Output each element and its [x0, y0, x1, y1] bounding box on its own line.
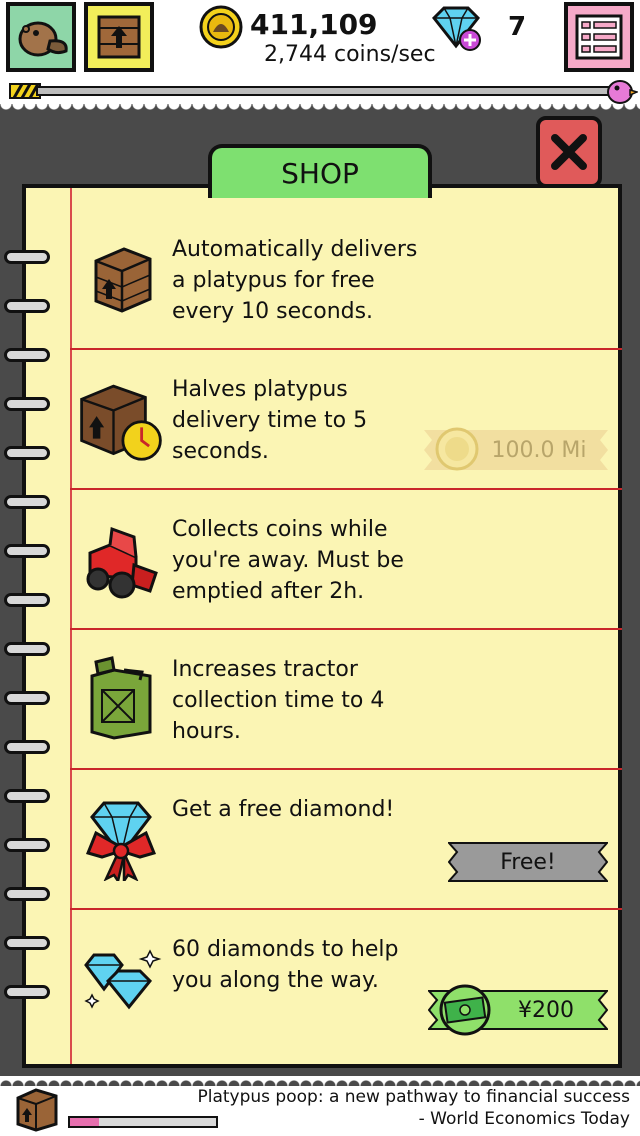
coins-per-second: 2,744 coins/sec	[264, 42, 436, 67]
diamonds-icon	[76, 930, 166, 1026]
board-scallop	[0, 104, 640, 116]
notebook-ring	[4, 446, 50, 460]
bird-icon	[607, 80, 638, 104]
level-progress	[0, 76, 640, 106]
item-description: Halves platypus delivery time to 5 secon…	[172, 377, 368, 464]
notebook-ring	[4, 691, 50, 705]
jerrycan-icon	[76, 650, 166, 746]
item-description: Automatically delivers a platypus for fr…	[172, 237, 418, 324]
shop-item-free-diamond[interactable]: Get a free diamond! Free!	[70, 770, 622, 910]
shop-item-auto-delivery[interactable]: Automatically delivers a platypus for fr…	[70, 210, 622, 350]
crate-clock-icon	[76, 370, 166, 466]
shop-item-halve-delivery[interactable]: Halves platypus delivery time to 5 secon…	[70, 350, 622, 490]
notebook-ring	[4, 495, 50, 509]
menu-button[interactable]	[564, 2, 634, 72]
notebook-ring	[4, 299, 50, 313]
notebook-ring	[4, 740, 50, 754]
item-description: Collects coins while you're away. Must b…	[172, 517, 404, 604]
diamond-count: 7	[508, 12, 527, 42]
close-icon	[551, 134, 587, 170]
footer-scallop	[0, 1076, 640, 1086]
price-tag-locked[interactable]: 100.0 Mi	[424, 427, 608, 471]
notebook-ring	[4, 544, 50, 558]
notebook-ring	[4, 789, 50, 803]
notebook-ring	[4, 250, 50, 264]
crate-progress-fill	[70, 1118, 100, 1126]
notebook-ring	[4, 642, 50, 656]
item-description: Get a free diamond!	[172, 797, 395, 822]
close-button[interactable]	[536, 116, 602, 188]
price-label: 100.0 Mi	[491, 437, 587, 463]
coin-icon	[435, 427, 479, 471]
notebook-ring	[4, 593, 50, 607]
money-icon	[439, 984, 491, 1036]
free-button[interactable]: Free!	[448, 842, 608, 882]
news-ticker: Platypus poop: a new pathway to financia…	[110, 1086, 630, 1130]
buy-button[interactable]: ¥200	[428, 984, 608, 1036]
coin-icon	[199, 5, 243, 49]
notebook-ring	[4, 936, 50, 950]
list-icon	[575, 14, 623, 60]
quote-text: Platypus poop: a new pathway to financia…	[197, 1087, 630, 1107]
shop-title: SHOP	[281, 156, 359, 190]
quote-source: - World Economics Today	[418, 1109, 630, 1129]
level-progress-track	[36, 86, 610, 96]
price-label: Free!	[500, 849, 556, 875]
shop-title-tab: SHOP	[208, 144, 432, 198]
notebook-rings	[4, 244, 52, 1024]
notebook-ring	[4, 838, 50, 852]
gift-diamond-icon	[76, 790, 166, 886]
price-label: ¥200	[518, 997, 574, 1023]
top-bar: 411,109 2,744 coins/sec 7	[0, 0, 640, 78]
platypus-icon	[18, 21, 68, 57]
shop-item-tractor[interactable]: Collects coins while you're away. Must b…	[70, 490, 622, 630]
crate-button[interactable]	[84, 2, 154, 72]
add-diamond-icon[interactable]	[428, 4, 484, 52]
platypus-button[interactable]	[6, 2, 76, 72]
coins-total: 411,109	[250, 8, 378, 41]
notebook-ring	[4, 887, 50, 901]
crate-icon	[76, 230, 166, 326]
tractor-icon	[76, 510, 166, 606]
item-description: Increases tractor collection time to 4 h…	[172, 657, 385, 744]
item-description: 60 diamonds to help you along the way.	[172, 937, 399, 993]
notebook-ring	[4, 348, 50, 362]
crate-icon[interactable]	[14, 1086, 60, 1132]
notebook-ring	[4, 985, 50, 999]
shop-item-jerrycan[interactable]: Increases tractor collection time to 4 h…	[70, 630, 622, 770]
shop-item-diamond-pack[interactable]: 60 diamonds to help you along the way. ¥…	[70, 910, 622, 1050]
notebook-ring	[4, 397, 50, 411]
crate-icon	[97, 15, 141, 59]
